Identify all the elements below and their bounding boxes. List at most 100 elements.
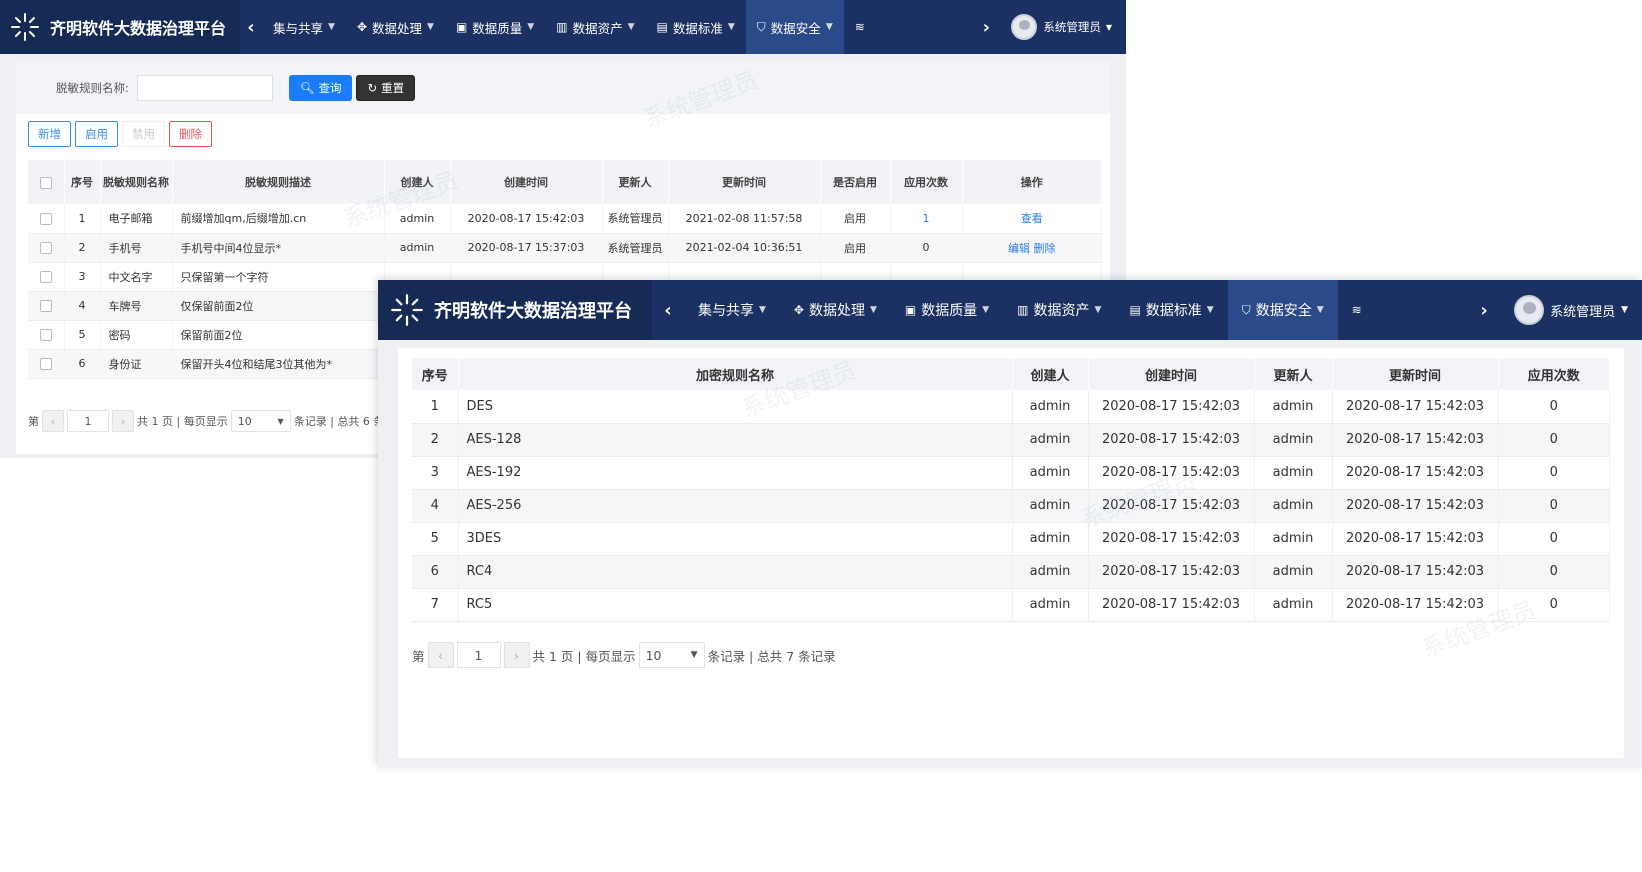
- menu-item-processing[interactable]: ✥ 数据处理 ▼: [346, 0, 445, 54]
- user-name: 系统管理员: [1550, 304, 1616, 320]
- cell-enabled: 启用: [820, 204, 891, 234]
- menu-item-security[interactable]: ⛉ 数据安全 ▼: [1227, 280, 1338, 340]
- cell-count-link[interactable]: 1: [890, 204, 963, 234]
- column-header: 创建时间: [450, 160, 603, 204]
- menu-item-standard[interactable]: ▤ 数据标准 ▼: [646, 0, 746, 54]
- cell-updater: admin: [1254, 489, 1333, 523]
- row-select-cell: [28, 349, 65, 379]
- pager-prefix: 第: [412, 648, 425, 664]
- select-all-checkbox[interactable]: [39, 176, 52, 189]
- menu-item-quality[interactable]: ▣ 数据质量 ▼: [891, 280, 1003, 340]
- page-input[interactable]: 1: [67, 410, 109, 432]
- column-header: 更新时间: [1332, 358, 1499, 390]
- page-input[interactable]: 1: [456, 642, 501, 668]
- menu-item-processing[interactable]: ✥ 数据处理 ▼: [780, 280, 891, 340]
- delete-button[interactable]: 删除: [169, 121, 212, 147]
- cell-name: AES-192: [458, 456, 1013, 490]
- app-logo[interactable]: 齐明软件大数据治理平台: [0, 0, 240, 54]
- edit-link[interactable]: 编辑: [1008, 242, 1030, 255]
- row-checkbox[interactable]: [39, 242, 52, 254]
- cell-created: 2020-08-17 15:42:03: [1088, 456, 1255, 490]
- rule-name-input[interactable]: [136, 75, 273, 101]
- prev-page-button[interactable]: ‹: [427, 642, 454, 668]
- search-bar: 脱敏规则名称: 🔍︎ 查询 ↻ 重置: [16, 62, 1110, 114]
- menu-item-quality[interactable]: ▣ 数据质量 ▼: [445, 0, 545, 54]
- cell-desc: 只保留第一个字符: [172, 262, 385, 292]
- row-checkbox[interactable]: [39, 271, 52, 283]
- cell-name: 密码: [100, 320, 173, 350]
- table-row[interactable]: 2 手机号 手机号中间4位显示* admin 2020-08-17 15:37:…: [28, 233, 1102, 263]
- cell-name: 3DES: [458, 522, 1013, 556]
- chevron-down-icon: ▼: [527, 22, 535, 32]
- table-row[interactable]: 6 RC4 admin 2020-08-17 15:42:03 admin 20…: [412, 555, 1610, 589]
- row-select-cell: [28, 320, 65, 350]
- menu-item-standard[interactable]: ▤ 数据标准 ▼: [1115, 280, 1227, 340]
- reset-button[interactable]: ↻ 重置: [356, 75, 416, 101]
- row-checkbox[interactable]: [39, 300, 52, 312]
- next-page-button[interactable]: ›: [112, 410, 134, 432]
- row-select-cell: [28, 262, 65, 292]
- chevron-down-icon: ▼: [1316, 305, 1324, 315]
- prev-page-button[interactable]: ‹: [42, 410, 64, 432]
- cell-desc: 保留前面2位: [172, 320, 385, 350]
- cell-count: 0: [1498, 456, 1610, 490]
- menu-item-security[interactable]: ⛉ 数据安全 ▼: [745, 0, 844, 54]
- table-row[interactable]: 7 RC5 admin 2020-08-17 15:42:03 admin 20…: [412, 588, 1610, 622]
- column-header: 创建时间: [1088, 358, 1255, 390]
- menu-item-assets[interactable]: ▥ 数据资产 ▼: [1003, 280, 1115, 340]
- cell-created: 2020-08-17 15:37:03: [450, 233, 603, 263]
- table-row[interactable]: 1 DES admin 2020-08-17 15:42:03 admin 20…: [412, 390, 1610, 424]
- cell-desc: 手机号中间4位显示*: [172, 233, 385, 263]
- disable-button[interactable]: 禁用: [122, 121, 165, 147]
- asset-icon: ▥: [1017, 303, 1029, 317]
- table-row[interactable]: 5 3DES admin 2020-08-17 15:42:03 admin 2…: [412, 522, 1610, 556]
- cell-created: 2020-08-17 15:42:03: [1088, 555, 1255, 589]
- cell-name: 车牌号: [100, 291, 173, 321]
- next-page-button[interactable]: ›: [503, 642, 530, 668]
- menu-scroll-right-button[interactable]: ›: [1468, 280, 1500, 340]
- process-icon: ✥: [356, 20, 367, 34]
- menu-item-sharing[interactable]: 集与共享 ▼: [262, 0, 346, 54]
- menu-item-more[interactable]: ≋: [844, 0, 881, 54]
- row-checkbox[interactable]: [39, 358, 52, 370]
- table-row[interactable]: 2 AES-128 admin 2020-08-17 15:42:03 admi…: [412, 423, 1610, 457]
- menu-item-more[interactable]: ≋: [1338, 280, 1381, 340]
- cell-name: DES: [458, 390, 1013, 424]
- menu-scroll-right-button[interactable]: ›: [975, 0, 997, 54]
- add-button[interactable]: 新增: [28, 121, 71, 147]
- cell-no: 3: [64, 262, 101, 292]
- menu-scroll-left-button[interactable]: ‹: [240, 0, 262, 54]
- cell-updated: 2021-02-08 11:57:58: [668, 204, 821, 234]
- cell-creator: admin: [1012, 555, 1089, 589]
- user-menu[interactable]: 系统管理员 ▼: [1500, 280, 1642, 340]
- page-size-select[interactable]: 10 ▼: [230, 410, 291, 432]
- cell-creator: admin: [1012, 423, 1089, 457]
- delete-link[interactable]: 删除: [1034, 242, 1056, 255]
- row-checkbox[interactable]: [39, 212, 52, 225]
- refresh-icon: ↻: [367, 81, 378, 95]
- table-row[interactable]: 4 AES-256 admin 2020-08-17 15:42:03 admi…: [412, 489, 1610, 523]
- user-menu[interactable]: 系统管理员 ▼: [997, 0, 1126, 54]
- chevron-down-icon: ▼: [869, 305, 877, 315]
- page-size-select[interactable]: 10 ▼: [638, 642, 705, 668]
- chevron-left-icon: ‹: [50, 414, 56, 428]
- chevron-right-icon: ›: [514, 647, 520, 663]
- search-label: 脱敏规则名称:: [56, 81, 129, 95]
- row-checkbox[interactable]: [39, 329, 52, 341]
- app-logo[interactable]: 齐明软件大数据治理平台: [378, 280, 652, 340]
- menu-item-assets[interactable]: ▥ 数据资产 ▼: [545, 0, 645, 54]
- table-row[interactable]: 1 电子邮箱 前缀增加qm,后缀增加.cn admin 2020-08-17 1…: [28, 204, 1102, 234]
- search-icon: 🔍︎: [299, 81, 315, 95]
- query-button[interactable]: 🔍︎ 查询: [288, 75, 353, 101]
- cell-updated: 2020-08-17 15:42:03: [1332, 489, 1499, 523]
- cell-updated: 2020-08-17 15:42:03: [1332, 555, 1499, 589]
- table-row[interactable]: 3 AES-192 admin 2020-08-17 15:42:03 admi…: [412, 456, 1610, 490]
- column-header: 应用次数: [890, 160, 963, 204]
- chevron-down-icon: ▼: [427, 22, 434, 32]
- view-link[interactable]: 查看: [1021, 212, 1043, 225]
- enable-button[interactable]: 启用: [75, 121, 118, 147]
- menu-item-sharing[interactable]: 集与共享 ▼: [684, 280, 780, 340]
- menu-scroll-left-button[interactable]: ‹: [652, 280, 684, 340]
- cell-no: 1: [64, 204, 101, 234]
- chevron-right-icon: ›: [120, 414, 126, 428]
